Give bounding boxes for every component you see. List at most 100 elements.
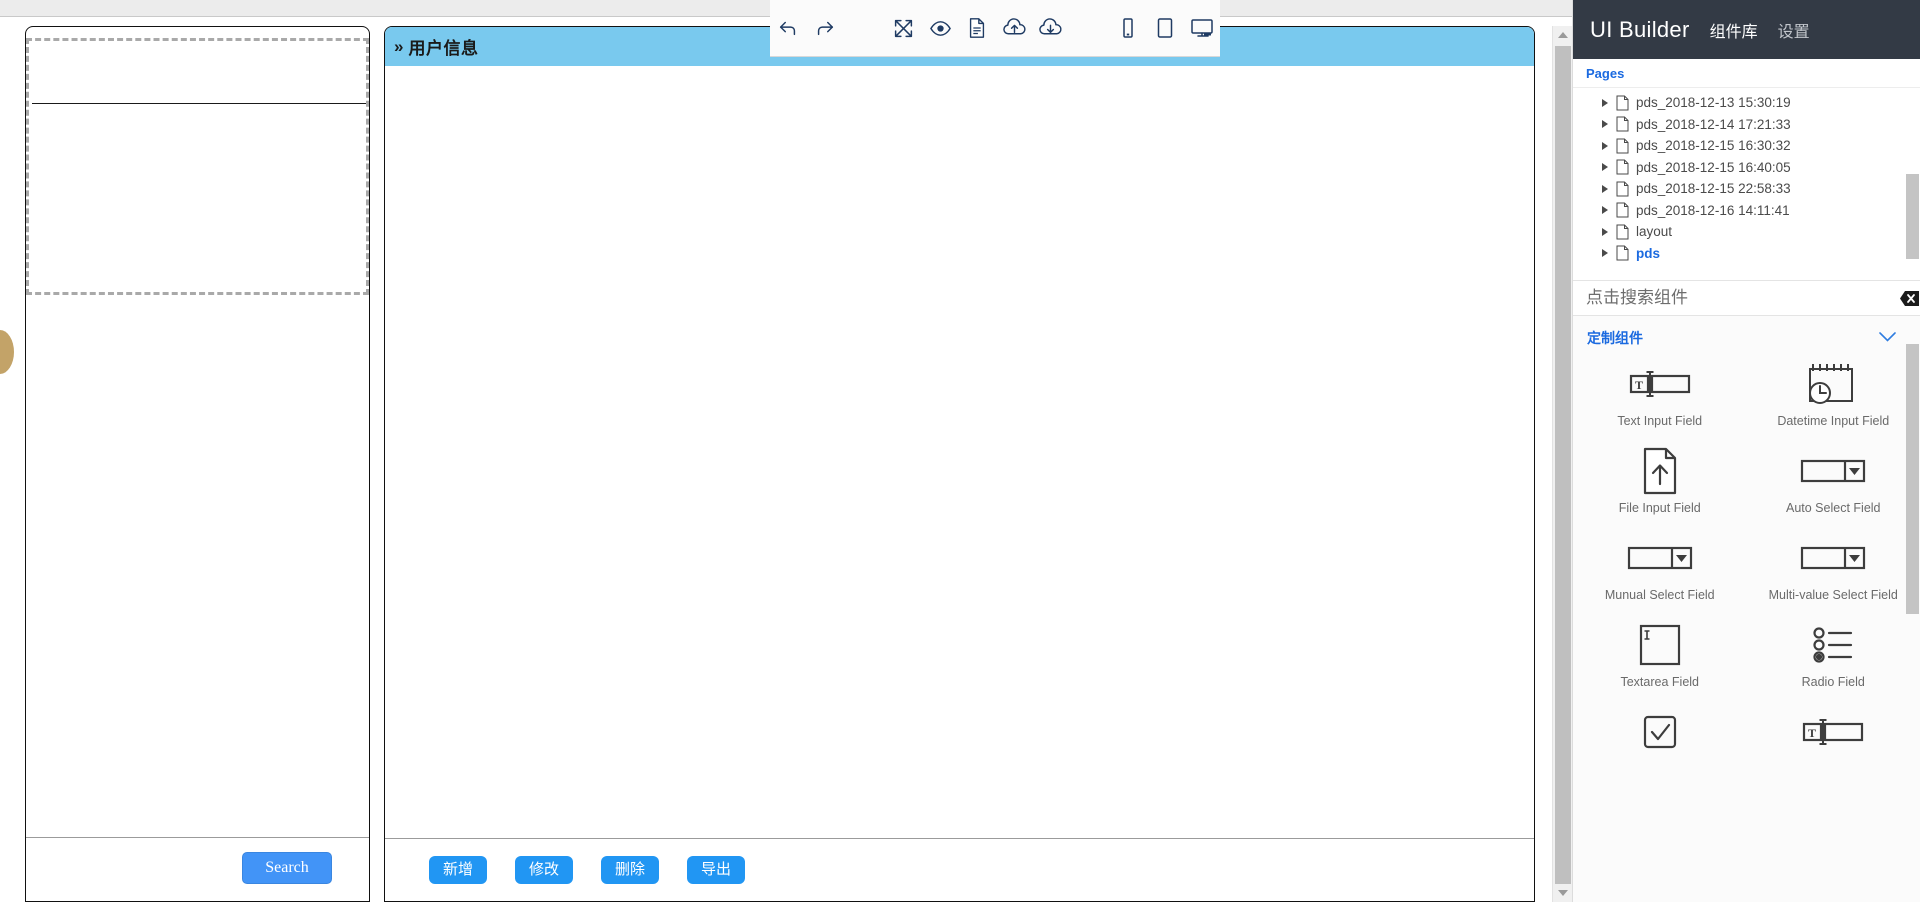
chevron-right-icon[interactable] <box>1598 120 1612 129</box>
component-label: Text Input Field <box>1617 414 1703 428</box>
file-input-icon <box>1638 447 1682 495</box>
tablet-view-icon[interactable] <box>1146 7 1183 49</box>
textarea-icon <box>1638 621 1682 669</box>
pages-section-label: Pages <box>1573 59 1920 88</box>
close-icon[interactable] <box>1900 290 1919 307</box>
document-icon <box>1612 116 1632 132</box>
redo-icon[interactable] <box>807 7 844 49</box>
pages-tree: pds_2018-12-13 15:30:19 pds_2018-12-14 1… <box>1573 88 1920 280</box>
page-title: 用户信息 <box>408 39 479 58</box>
left-design-panel[interactable]: Search <box>25 26 370 902</box>
search-button[interactable]: Search <box>242 852 332 884</box>
editor-toolbar <box>770 0 1220 57</box>
list-item[interactable]: pds_2018-12-13 15:30:19 <box>1573 92 1920 114</box>
component-list-scrollbar-thumb[interactable] <box>1906 344 1919 614</box>
sidebar-header: UI Builder 组件库 设置 <box>1573 0 1920 59</box>
chevron-right-icon[interactable] <box>1598 163 1612 172</box>
component-file-input-field[interactable]: File Input Field <box>1573 443 1747 530</box>
document-icon <box>1612 95 1632 111</box>
select-icon <box>1800 534 1866 582</box>
chevron-right-icon[interactable] <box>1598 249 1612 258</box>
component-radio-field[interactable]: Radio Field <box>1747 617 1920 704</box>
left-edge-drag-handle[interactable] <box>0 330 14 374</box>
select-icon <box>1627 534 1693 582</box>
export-button[interactable]: 导出 <box>687 856 745 884</box>
tab-component-library[interactable]: 组件库 <box>1710 18 1758 42</box>
preview-eye-icon[interactable] <box>922 7 959 49</box>
document-icon <box>1612 138 1632 154</box>
list-item[interactable]: pds_2018-12-15 16:30:32 <box>1573 135 1920 157</box>
app-brand-title: UI Builder <box>1590 16 1690 42</box>
cloud-download-icon[interactable] <box>1033 7 1070 49</box>
chevron-right-icon[interactable] <box>1598 98 1612 107</box>
component-label: Textarea Field <box>1620 675 1699 689</box>
chevron-right-icon[interactable] <box>1598 184 1612 193</box>
search-input[interactable] <box>1586 288 1920 308</box>
left-dropzone[interactable] <box>26 38 369 295</box>
component-group-header[interactable]: 定制组件 <box>1573 316 1920 356</box>
desktop-view-icon[interactable] <box>1183 7 1220 49</box>
component-group-title: 定制组件 <box>1587 330 1643 346</box>
document-icon <box>1612 202 1632 218</box>
component-library-section: 定制组件 T Text Input Field Datetime Input F… <box>1573 316 1920 902</box>
dropzone-divider <box>32 103 366 104</box>
component-label: Auto Select Field <box>1786 501 1881 515</box>
canvas-scrollbar-thumb[interactable] <box>1555 46 1571 884</box>
canvas-wrapper: » 用户信息 新增 修改 删除 导出 <box>384 26 1544 902</box>
radio-icon <box>1812 621 1854 669</box>
document-icon <box>1612 181 1632 197</box>
mobile-view-icon[interactable] <box>1110 7 1147 49</box>
list-item-label: pds <box>1636 245 1661 261</box>
canvas-body[interactable] <box>385 66 1534 838</box>
canvas-footer-toolbar: 新增 修改 删除 导出 <box>385 838 1534 901</box>
component-auto-select-field[interactable]: Auto Select Field <box>1747 443 1920 530</box>
list-item-label: pds_2018-12-15 16:40:05 <box>1636 159 1791 175</box>
svg-text:T: T <box>1635 378 1643 392</box>
undo-icon[interactable] <box>770 7 807 49</box>
component-search-bar[interactable] <box>1573 280 1920 316</box>
chevron-down-icon[interactable] <box>1879 329 1896 347</box>
component-grid: T Text Input Field Datetime Input Field … <box>1573 356 1920 791</box>
chevron-right-icon[interactable] <box>1598 227 1612 236</box>
component-label: Datetime Input Field <box>1777 414 1890 428</box>
component-munual-select-field[interactable]: Munual Select Field <box>1573 530 1747 617</box>
list-item[interactable]: pds_2018-12-15 22:58:33 <box>1573 178 1920 200</box>
design-canvas[interactable]: » 用户信息 新增 修改 删除 导出 <box>384 26 1535 902</box>
text-input-icon: T <box>1629 360 1691 408</box>
component-checkbox-field[interactable] <box>1573 704 1747 791</box>
datetime-input-icon <box>1805 360 1861 408</box>
canvas-scrollbar[interactable] <box>1552 26 1573 902</box>
scroll-up-arrow-icon[interactable] <box>1553 26 1573 44</box>
component-textarea-field[interactable]: Textarea Field <box>1573 617 1747 704</box>
scroll-down-arrow-icon[interactable] <box>1553 884 1573 902</box>
add-button[interactable]: 新增 <box>429 856 487 884</box>
chevron-right-icon[interactable] <box>1598 141 1612 150</box>
tab-settings[interactable]: 设置 <box>1778 18 1810 42</box>
component-datetime-input-field[interactable]: Datetime Input Field <box>1747 356 1920 443</box>
component-text-input-field[interactable]: T Text Input Field <box>1573 356 1747 443</box>
component-multi-value-select-field[interactable]: Multi-value Select Field <box>1747 530 1920 617</box>
list-item[interactable]: pds_2018-12-14 17:21:33 <box>1573 114 1920 136</box>
component-label: File Input Field <box>1618 501 1701 515</box>
delete-button[interactable]: 删除 <box>601 856 659 884</box>
chevron-right-icon[interactable] <box>1598 206 1612 215</box>
cloud-upload-icon[interactable] <box>996 7 1033 49</box>
right-sidebar: UI Builder 组件库 设置 Pages pds_2018-12-13 1… <box>1572 0 1920 902</box>
source-document-icon[interactable] <box>959 7 996 49</box>
list-item-label: pds_2018-12-14 17:21:33 <box>1636 116 1791 132</box>
list-item[interactable]: layout <box>1573 221 1920 243</box>
list-item[interactable]: pds_2018-12-16 14:11:41 <box>1573 200 1920 222</box>
list-item-label: layout <box>1636 224 1673 240</box>
fullscreen-icon[interactable] <box>886 7 923 49</box>
text-input-icon: T <box>1802 708 1864 756</box>
list-item[interactable]: pds <box>1573 243 1920 265</box>
component-text-input-field-2[interactable]: T <box>1747 704 1920 791</box>
edit-button[interactable]: 修改 <box>515 856 573 884</box>
list-item-label: pds_2018-12-13 15:30:19 <box>1636 95 1791 111</box>
list-item-label: pds_2018-12-15 16:30:32 <box>1636 138 1791 154</box>
pages-tree-scrollbar-thumb[interactable] <box>1906 174 1919 259</box>
list-item-label: pds_2018-12-16 14:11:41 <box>1636 202 1790 218</box>
list-item[interactable]: pds_2018-12-15 16:40:05 <box>1573 157 1920 179</box>
list-item-label: pds_2018-12-15 22:58:33 <box>1636 181 1791 197</box>
component-label: Multi-value Select Field <box>1768 588 1898 602</box>
